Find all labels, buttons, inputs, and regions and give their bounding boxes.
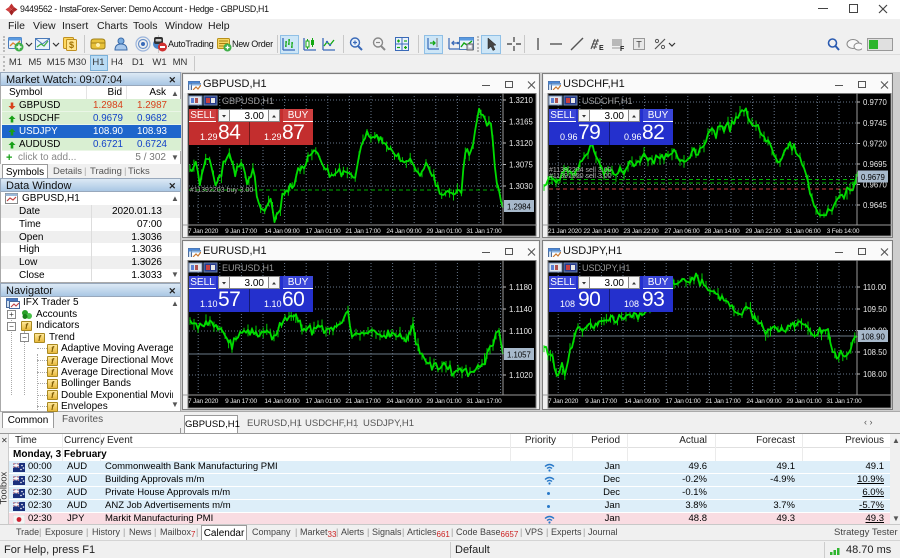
svg-text:9 Jan 17:00: 9 Jan 17:00 <box>585 398 617 405</box>
svg-text:21 Jan 17:00: 21 Jan 17:00 <box>705 398 741 405</box>
svg-text:108.50: 108.50 <box>863 348 888 357</box>
svg-text:USDCHF,H1: USDCHF,H1 <box>582 96 633 106</box>
svg-text:17 Jan 01:00: 17 Jan 01:00 <box>305 398 341 405</box>
svg-text:#11392203 buy 3.00: #11392203 buy 3.00 <box>190 187 253 194</box>
svg-text:28 Jan 14:00: 28 Jan 14:00 <box>704 228 740 235</box>
svg-text:1.1140: 1.1140 <box>509 305 533 314</box>
svg-text:24 Jan 09:00: 24 Jan 09:00 <box>746 398 782 405</box>
svg-text:110.00: 110.00 <box>863 283 887 292</box>
svg-text:7 Jan 2020: 7 Jan 2020 <box>188 228 219 235</box>
svg-text:7 Jan 2020: 7 Jan 2020 <box>548 398 579 405</box>
svg-text:3 Feb 14:00: 3 Feb 14:00 <box>827 228 860 235</box>
svg-text:14 Jan 09:00: 14 Jan 09:00 <box>264 398 300 405</box>
svg-text:0.9695: 0.9695 <box>863 160 888 169</box>
svg-text:22 Jan 14:00: 22 Jan 14:00 <box>583 228 619 235</box>
svg-text:EURUSD,H1: EURUSD,H1 <box>222 263 274 273</box>
svg-text:0.9720: 0.9720 <box>863 140 888 149</box>
svg-text:21 Jan 17:00: 21 Jan 17:00 <box>345 398 381 405</box>
svg-text:1.3210: 1.3210 <box>509 96 534 105</box>
svg-text:9 Jan 17:00: 9 Jan 17:00 <box>225 228 257 235</box>
svg-text:31 Jan 06:00: 31 Jan 06:00 <box>785 228 821 235</box>
svg-text:1.2984: 1.2984 <box>507 203 532 212</box>
svg-text:31 Jan 17:00: 31 Jan 17:00 <box>826 398 862 405</box>
svg-text:$: $ <box>69 40 74 50</box>
svg-text:1.3075: 1.3075 <box>509 161 534 170</box>
svg-text:0.9770: 0.9770 <box>863 98 888 107</box>
svg-text:17 Jan 01:00: 17 Jan 01:00 <box>665 398 701 405</box>
svg-text:7 Jan 2020: 7 Jan 2020 <box>188 398 219 405</box>
svg-text:31 Jan 17:00: 31 Jan 17:00 <box>466 398 502 405</box>
svg-text:14 Jan 09:00: 14 Jan 09:00 <box>624 398 660 405</box>
svg-text:T: T <box>636 40 642 50</box>
svg-text:23 Jan 22:00: 23 Jan 22:00 <box>623 228 659 235</box>
svg-text:1.1180: 1.1180 <box>509 283 533 292</box>
svg-text:F: F <box>620 46 625 52</box>
svg-text:1.1020: 1.1020 <box>509 371 534 380</box>
svg-text:0.9745: 0.9745 <box>863 119 888 128</box>
svg-text:24 Jan 09:00: 24 Jan 09:00 <box>386 398 422 405</box>
svg-text:0.9679: 0.9679 <box>861 173 885 182</box>
svg-text:1.3120: 1.3120 <box>509 139 534 148</box>
svg-text:31 Jan 17:00: 31 Jan 17:00 <box>466 228 502 235</box>
svg-text:17 Jan 01:00: 17 Jan 01:00 <box>305 228 341 235</box>
svg-text:24 Jan 09:00: 24 Jan 09:00 <box>386 228 422 235</box>
svg-text:GBPUSD,H1: GBPUSD,H1 <box>222 96 274 106</box>
svg-text:1.1057: 1.1057 <box>507 351 531 360</box>
svg-text:E: E <box>599 45 604 52</box>
svg-text:27 Jan 06:00: 27 Jan 06:00 <box>664 228 700 235</box>
svg-text:1.3030: 1.3030 <box>509 182 534 191</box>
svg-text:29 Jan 22:00: 29 Jan 22:00 <box>745 228 781 235</box>
svg-text:29 Jan 01:00: 29 Jan 01:00 <box>426 398 462 405</box>
svg-text:109.50: 109.50 <box>863 305 888 314</box>
svg-text:9 Jan 17:00: 9 Jan 17:00 <box>225 398 257 405</box>
svg-text:#11391950 sell 3.00: #11391950 sell 3.00 <box>549 173 612 180</box>
svg-text:21 Jan 2020: 21 Jan 2020 <box>548 228 582 235</box>
svg-text:29 Jan 01:00: 29 Jan 01:00 <box>426 228 462 235</box>
svg-text:0.9645: 0.9645 <box>863 201 888 210</box>
svg-text:21 Jan 17:00: 21 Jan 17:00 <box>345 228 381 235</box>
svg-text:1.1100: 1.1100 <box>509 327 533 336</box>
svg-text:29 Jan 01:00: 29 Jan 01:00 <box>786 398 822 405</box>
svg-text:108.00: 108.00 <box>863 370 888 379</box>
svg-text:USDJPY,H1: USDJPY,H1 <box>582 263 630 273</box>
svg-text:1.3165: 1.3165 <box>509 118 534 127</box>
svg-text:108.90: 108.90 <box>861 333 886 342</box>
svg-text:14 Jan 09:00: 14 Jan 09:00 <box>264 228 300 235</box>
